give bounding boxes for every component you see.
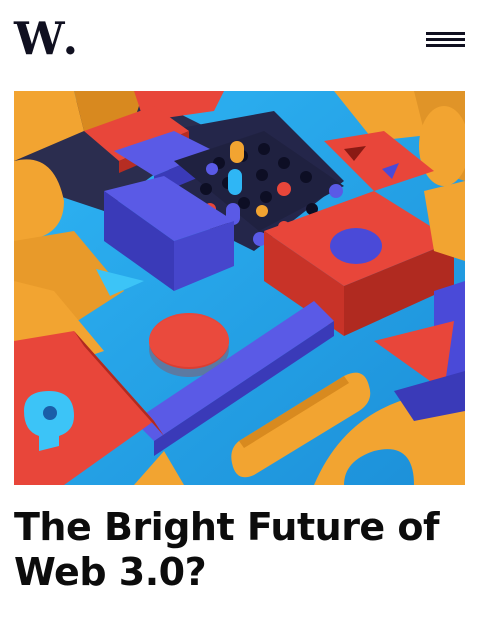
- site-logo[interactable]: W.: [14, 11, 79, 67]
- site-header: W.: [0, 0, 480, 80]
- menu-button[interactable]: [420, 24, 470, 54]
- hero-illustration: [14, 91, 465, 485]
- logo-letter: W: [14, 12, 65, 65]
- article-title[interactable]: The Bright Future of Web 3.0?: [14, 505, 466, 595]
- logo-dot: .: [62, 12, 79, 65]
- hero-image: [14, 91, 465, 485]
